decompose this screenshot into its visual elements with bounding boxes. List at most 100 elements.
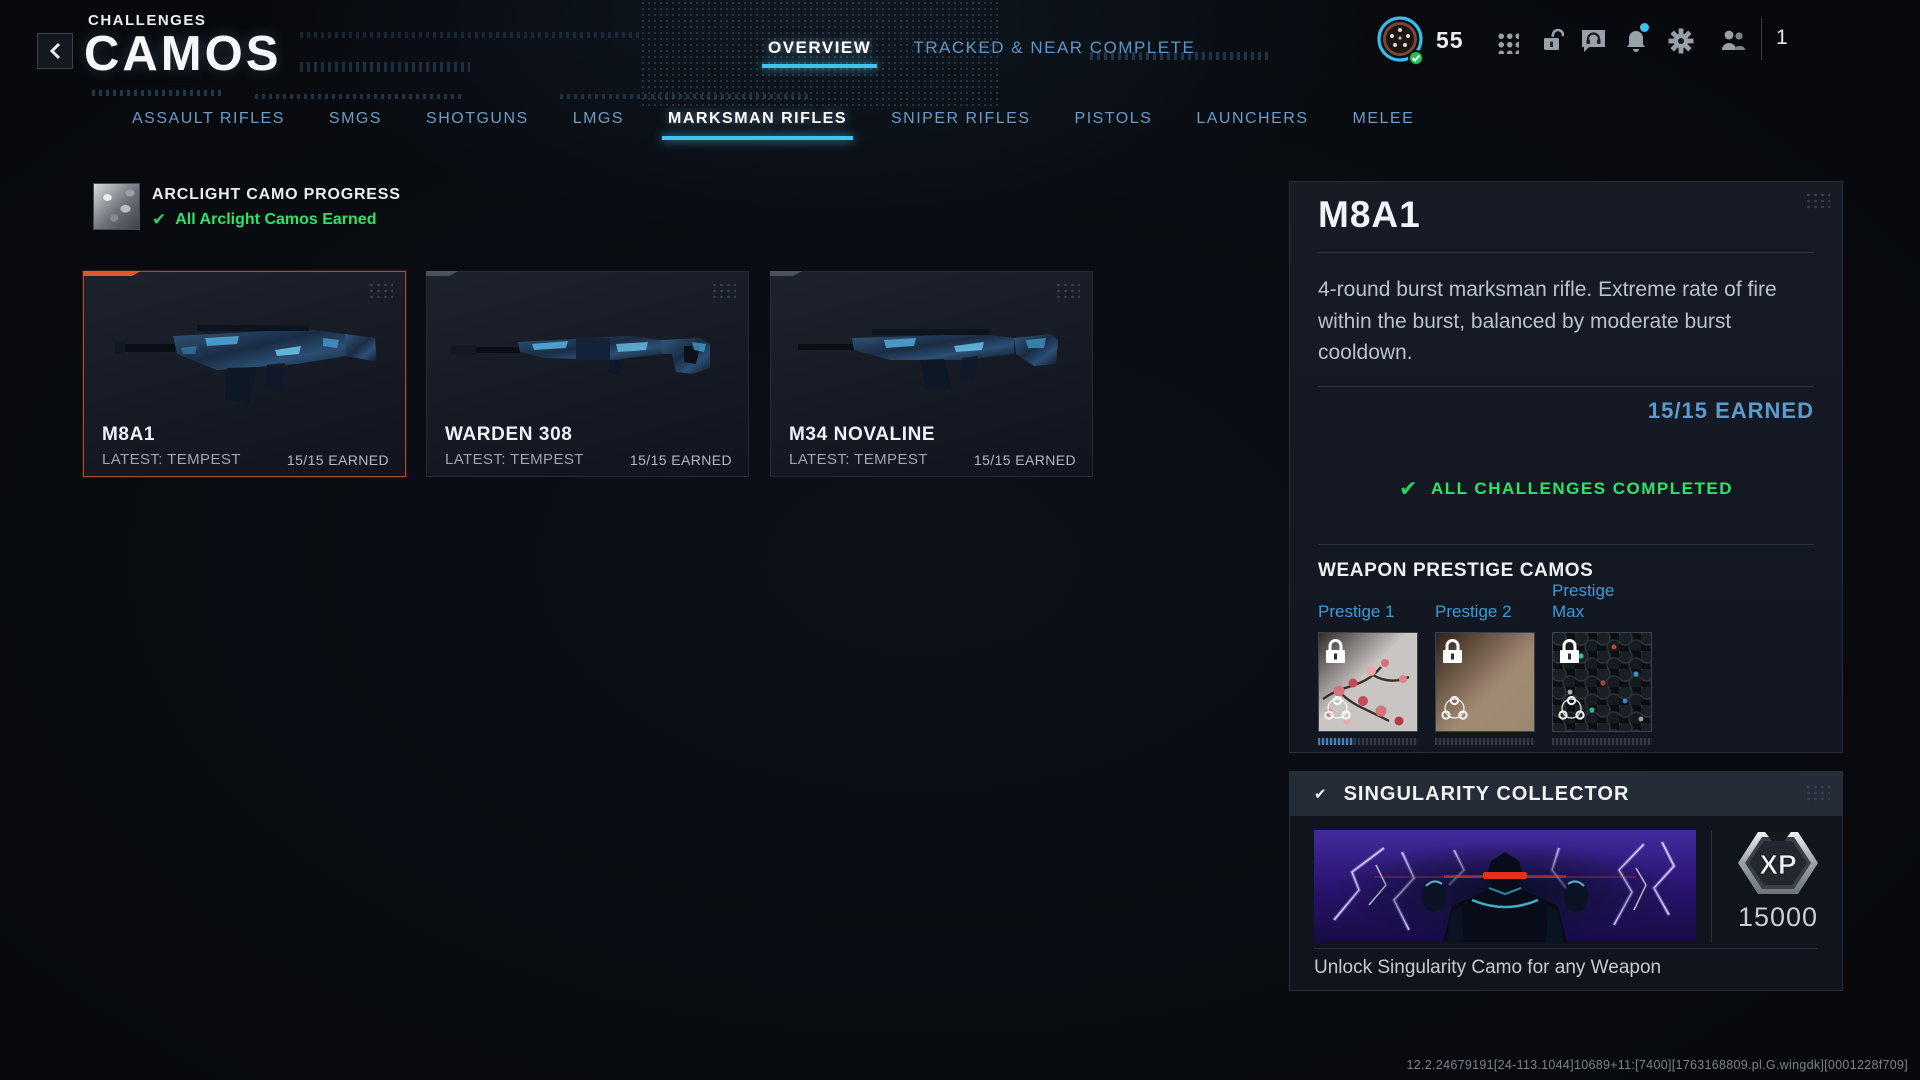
arclight-status-text: All Arclight Camos Earned bbox=[175, 211, 376, 229]
tab-assault-rifles[interactable]: ASSAULT RIFLES bbox=[132, 110, 285, 140]
challenges-complete-text: ALL CHALLENGES COMPLETED bbox=[1431, 479, 1733, 499]
weapon-detail-panel: M8A1 4-round burst marksman rifle. Extre… bbox=[1289, 181, 1843, 753]
weapon-render-icon bbox=[109, 294, 381, 412]
xp-label: XP bbox=[1759, 849, 1796, 880]
camos-screen: CHALLENGES CAMOS OVERVIEW TRACKED & NEAR… bbox=[0, 0, 1920, 1080]
back-chevron-icon bbox=[49, 42, 61, 60]
tab-melee[interactable]: MELEE bbox=[1353, 110, 1415, 140]
prestige-camo-row: Prestige 1 bbox=[1318, 580, 1652, 745]
divider bbox=[1318, 252, 1814, 253]
notifications-bell-icon[interactable] bbox=[1624, 28, 1648, 59]
tab-launchers[interactable]: LAUNCHERS bbox=[1196, 110, 1308, 140]
prestige-1-camo-swatch[interactable] bbox=[1318, 632, 1418, 732]
prestige-1-progress-bar bbox=[1318, 738, 1418, 745]
check-icon: ✔ bbox=[152, 210, 166, 230]
singularity-description: Unlock Singularity Camo for any Weapon bbox=[1314, 957, 1661, 979]
weapon-card-m8a1[interactable]: M8A1 LATEST: TEMPEST 15/15 EARNED bbox=[83, 271, 406, 477]
dots-decoration bbox=[1805, 784, 1830, 803]
weapon-earned-count: 15/15 EARNED bbox=[287, 452, 389, 468]
singularity-header: ✔ SINGULARITY COLLECTOR bbox=[1290, 772, 1842, 816]
prestige-max-column: Prestige Max bbox=[1552, 580, 1652, 745]
player-rank-emblem[interactable] bbox=[1376, 15, 1426, 72]
prestige-1-label: Prestige 1 bbox=[1318, 601, 1418, 623]
selected-corner-accent bbox=[83, 271, 141, 276]
tab-label: MELEE bbox=[1353, 110, 1415, 127]
tab-label: LMGS bbox=[573, 110, 624, 127]
singularity-collector-panel[interactable]: ✔ SINGULARITY COLLECTOR bbox=[1289, 771, 1843, 991]
divider bbox=[1318, 544, 1814, 545]
prestige-max-camo-swatch[interactable] bbox=[1552, 632, 1652, 732]
prestige-2-camo-swatch[interactable] bbox=[1435, 632, 1535, 732]
prestige-2-column: Prestige 2 bbox=[1435, 601, 1535, 745]
unlock-icon[interactable] bbox=[1540, 28, 1564, 57]
challenges-complete-row: ✔ ALL CHALLENGES COMPLETED bbox=[1290, 476, 1842, 502]
arclight-camo-thumbnail bbox=[93, 183, 140, 230]
arclight-progress-status: ✔ All Arclight Camos Earned bbox=[152, 210, 376, 230]
notification-dot bbox=[1640, 23, 1649, 32]
header-divider bbox=[1761, 18, 1762, 60]
prestige-max-label: Prestige Max bbox=[1552, 580, 1630, 623]
weapon-latest-camo: LATEST: TEMPEST bbox=[789, 451, 928, 468]
weapon-render-icon bbox=[794, 294, 1070, 412]
dots-decoration bbox=[1805, 192, 1830, 211]
glitch-decoration bbox=[300, 62, 470, 72]
glitch-decoration bbox=[92, 90, 222, 96]
weapon-name: WARDEN 308 bbox=[445, 424, 572, 446]
back-button[interactable] bbox=[37, 33, 73, 69]
mastery-icon bbox=[1558, 696, 1585, 726]
tab-lmgs[interactable]: LMGS bbox=[573, 110, 624, 140]
tab-overview-label: OVERVIEW bbox=[768, 38, 871, 57]
singularity-title: SINGULARITY COLLECTOR bbox=[1344, 783, 1630, 806]
prestige-2-label: Prestige 2 bbox=[1435, 601, 1535, 623]
party-count: 1 bbox=[1776, 26, 1788, 50]
settings-gear-icon[interactable] bbox=[1668, 28, 1694, 59]
tab-shotguns[interactable]: SHOTGUNS bbox=[426, 110, 529, 140]
weapon-render-icon bbox=[448, 294, 728, 412]
mastery-icon bbox=[1441, 696, 1468, 726]
check-icon: ✔ bbox=[1399, 476, 1419, 502]
weapon-earned-count: 15/15 EARNED bbox=[974, 452, 1076, 468]
player-level: 55 bbox=[1436, 27, 1464, 54]
panel-divider bbox=[1711, 830, 1712, 942]
apps-grid-icon[interactable] bbox=[1496, 31, 1519, 54]
detail-earned-count: 15/15 EARNED bbox=[1648, 398, 1814, 424]
weapon-latest-camo: LATEST: TEMPEST bbox=[102, 451, 241, 468]
tab-overview[interactable]: OVERVIEW bbox=[768, 38, 871, 68]
page-title: CAMOS bbox=[84, 26, 281, 82]
progress-fill bbox=[1318, 738, 1354, 745]
tab-label: ASSAULT RIFLES bbox=[132, 110, 285, 127]
weapon-card-warden-308[interactable]: WARDEN 308 LATEST: TEMPEST 15/15 EARNED bbox=[426, 271, 749, 477]
tab-marksman-rifles[interactable]: MARKSMAN RIFLES bbox=[668, 110, 847, 140]
tab-label: MARKSMAN RIFLES bbox=[668, 110, 847, 127]
weapon-name: M34 NOVALINE bbox=[789, 424, 935, 446]
tab-label: LAUNCHERS bbox=[1196, 110, 1308, 127]
chat-headset-icon[interactable] bbox=[1580, 28, 1607, 58]
lock-icon bbox=[1324, 638, 1347, 670]
singularity-banner-image bbox=[1314, 830, 1696, 942]
prestige-2-progress-bar bbox=[1435, 738, 1535, 745]
divider bbox=[1318, 386, 1814, 387]
corner-accent bbox=[770, 271, 802, 276]
tab-pistols[interactable]: PISTOLS bbox=[1075, 110, 1153, 140]
corner-accent bbox=[426, 271, 458, 276]
prestige-max-progress-bar bbox=[1552, 738, 1652, 745]
top-tab-bar: OVERVIEW TRACKED & NEAR COMPLETE bbox=[768, 38, 1195, 68]
xp-value: 15000 bbox=[1724, 902, 1832, 933]
tab-label: PISTOLS bbox=[1075, 110, 1153, 127]
glitch-decoration bbox=[560, 94, 810, 99]
prestige-camos-heading: WEAPON PRESTIGE CAMOS bbox=[1318, 560, 1593, 582]
weapon-latest-camo: LATEST: TEMPEST bbox=[445, 451, 584, 468]
build-version: 12.2.24679191[24-113.1044]10689+11:[7400… bbox=[1407, 1058, 1908, 1072]
active-tab-underline bbox=[662, 136, 853, 140]
rank-emblem-icon bbox=[1376, 15, 1426, 67]
tab-smgs[interactable]: SMGS bbox=[329, 110, 382, 140]
weapon-category-tabs: ASSAULT RIFLES SMGS SHOTGUNS LMGS MARKSM… bbox=[132, 110, 1414, 140]
glitch-decoration bbox=[255, 94, 465, 99]
detail-weapon-description: 4-round burst marksman rifle. Extreme ra… bbox=[1318, 274, 1796, 369]
social-friends-icon[interactable] bbox=[1720, 28, 1746, 58]
tab-tracked-near-complete[interactable]: TRACKED & NEAR COMPLETE bbox=[913, 38, 1195, 68]
weapon-card-m34-novaline[interactable]: M34 NOVALINE LATEST: TEMPEST 15/15 EARNE… bbox=[770, 271, 1093, 477]
tab-label: SHOTGUNS bbox=[426, 110, 529, 127]
tab-sniper-rifles[interactable]: SNIPER RIFLES bbox=[891, 110, 1031, 140]
tab-label: SNIPER RIFLES bbox=[891, 110, 1031, 127]
